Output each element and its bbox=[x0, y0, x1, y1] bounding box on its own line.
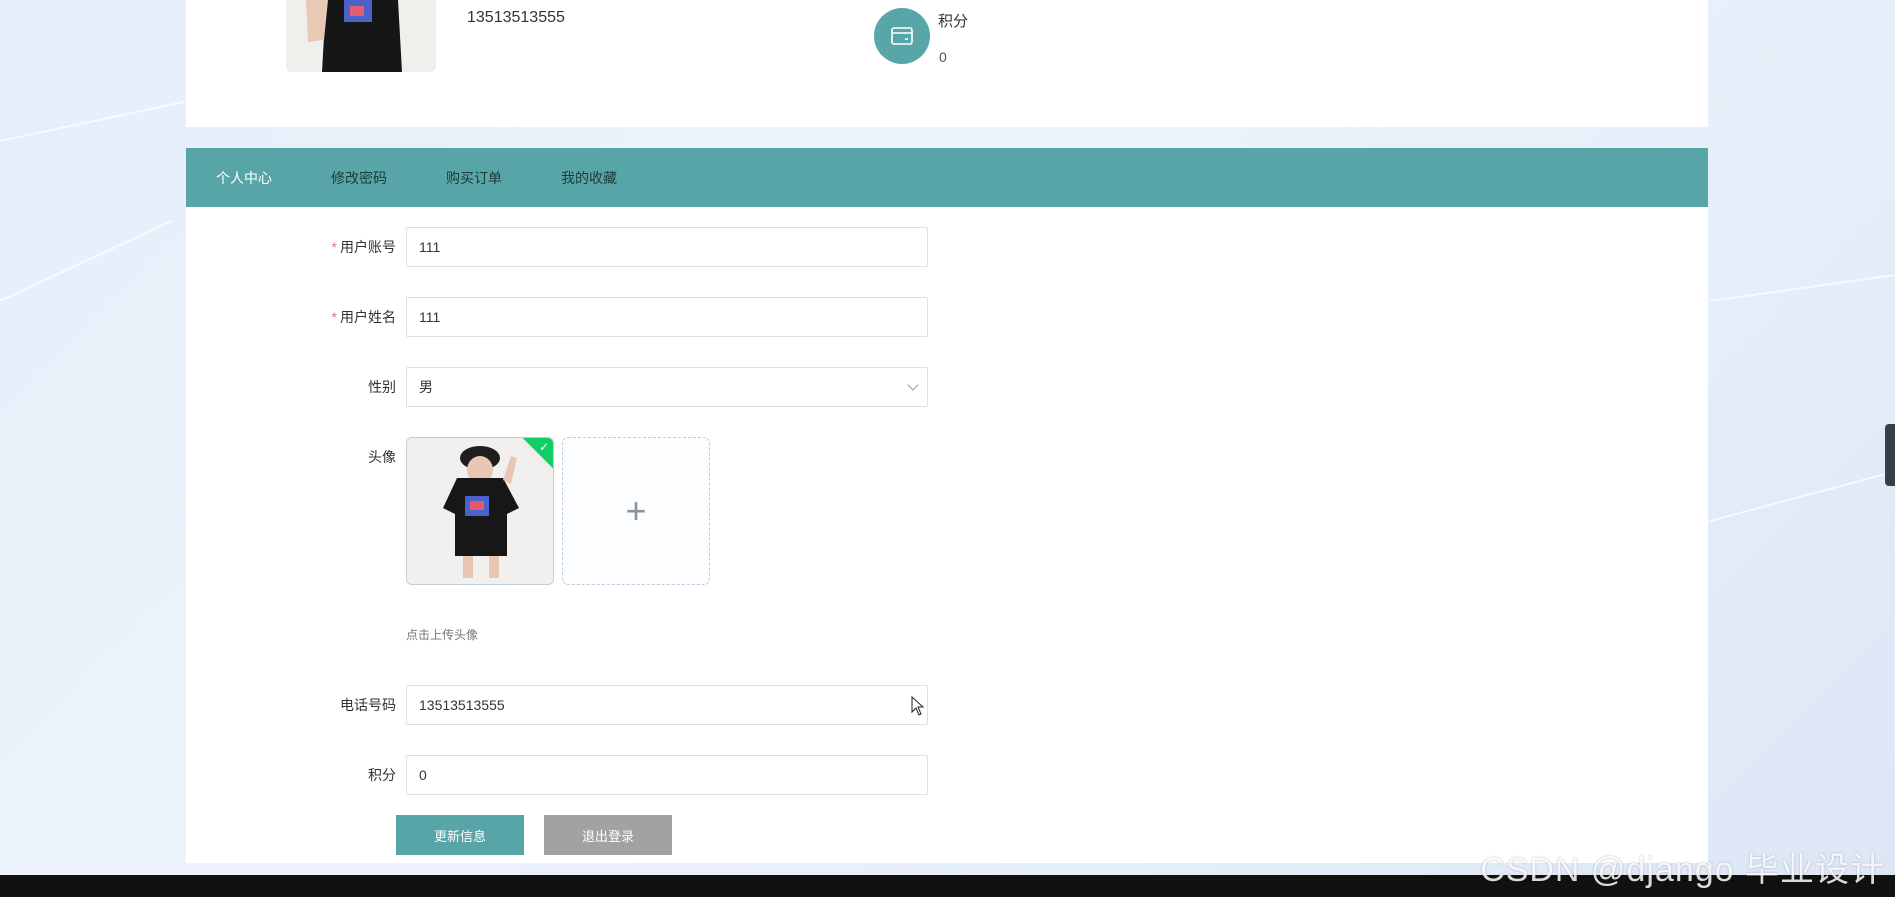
gender-selected-value: 男 bbox=[419, 379, 433, 395]
profile-phone: 13513513555 bbox=[467, 9, 565, 26]
chevron-down-icon bbox=[907, 379, 919, 391]
background-streak bbox=[0, 219, 173, 302]
points-value: 0 bbox=[939, 49, 947, 65]
background-streak bbox=[1709, 273, 1895, 302]
tab-favorites[interactable]: 我的收藏 bbox=[561, 168, 617, 188]
background-streak bbox=[0, 100, 187, 142]
account-label: * 用户账号 bbox=[331, 239, 396, 255]
name-input[interactable]: 111 bbox=[406, 297, 928, 337]
points-label: 积分 bbox=[368, 767, 396, 783]
check-icon: ✓ bbox=[538, 440, 549, 454]
side-handle[interactable] bbox=[1885, 424, 1895, 486]
avatar-label: 头像 bbox=[368, 449, 396, 465]
points-input[interactable]: 0 bbox=[406, 755, 928, 795]
logout-button[interactable]: 退出登录 bbox=[544, 815, 672, 855]
avatar-upload-hint: 点击上传头像 bbox=[406, 628, 479, 642]
account-input[interactable]: 111 bbox=[406, 227, 928, 267]
gender-label: 性别 bbox=[368, 379, 396, 395]
phone-input[interactable]: 13513513555 bbox=[406, 685, 928, 725]
name-label: * 用户姓名 bbox=[331, 309, 396, 325]
mouse-cursor-icon bbox=[911, 695, 925, 721]
form-row-gender: 性别 男 bbox=[186, 367, 1186, 407]
plus-icon: + bbox=[625, 490, 647, 531]
points-title: 积分 bbox=[938, 13, 969, 30]
required-mark: * bbox=[331, 309, 337, 325]
form-row-points: 积分 0 bbox=[186, 755, 1186, 795]
form-row-name: * 用户姓名 111 bbox=[186, 297, 1186, 337]
tab-bar: 个人中心 修改密码 购买订单 我的收藏 bbox=[186, 148, 1708, 207]
user-center-panel: 个人中心 修改密码 购买订单 我的收藏 * 用户账号 111 * 用户姓名 111 … bbox=[186, 148, 1708, 863]
uploaded-avatar[interactable]: ✓ bbox=[406, 437, 554, 585]
tab-change-password[interactable]: 修改密码 bbox=[331, 168, 387, 188]
tab-orders[interactable]: 购买订单 bbox=[446, 168, 502, 188]
update-info-button[interactable]: 更新信息 bbox=[396, 815, 524, 855]
required-mark: * bbox=[331, 239, 337, 255]
form-row-avatar: 头像 ✓ + bbox=[186, 437, 1186, 587]
gender-select[interactable]: 男 bbox=[406, 367, 928, 407]
form-row-account: * 用户账号 111 bbox=[186, 227, 1186, 267]
upload-avatar-button[interactable]: + bbox=[562, 437, 710, 585]
profile-summary: 13513513555 积分 0 bbox=[186, 0, 1708, 127]
background-streak bbox=[1709, 470, 1894, 522]
wallet-icon bbox=[874, 8, 930, 64]
tab-personal-center[interactable]: 个人中心 bbox=[216, 168, 272, 188]
form-row-phone: 电话号码 13513513555 bbox=[186, 685, 1186, 725]
profile-avatar bbox=[286, 0, 436, 72]
phone-label: 电话号码 bbox=[340, 697, 396, 713]
watermark: CSDN @django 毕业设计 bbox=[1480, 851, 1885, 889]
